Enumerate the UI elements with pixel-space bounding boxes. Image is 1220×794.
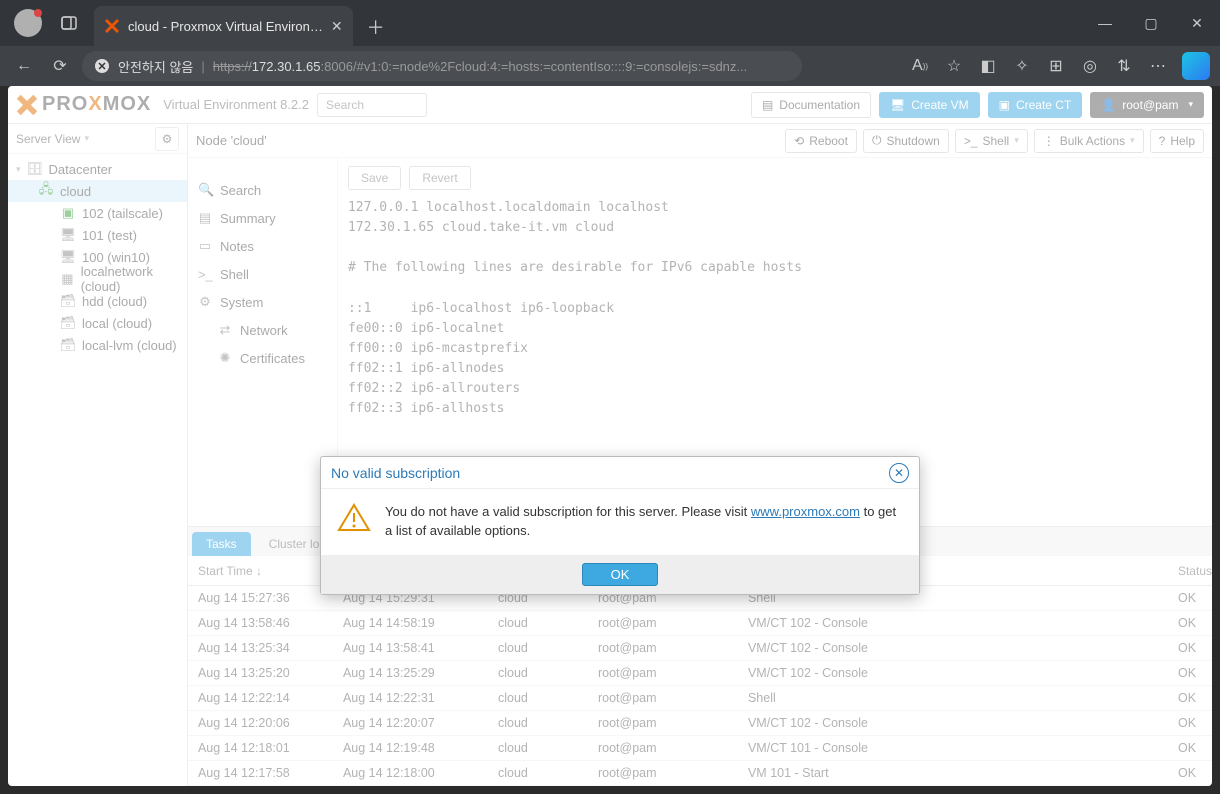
- browser-sync-icon[interactable]: ⇅: [1110, 52, 1138, 80]
- window-maximize[interactable]: ▢: [1128, 0, 1174, 46]
- browser-tab-active[interactable]: cloud - Proxmox Virtual Environ… ✕: [94, 6, 353, 46]
- dialog-title: No valid subscription: [331, 465, 460, 481]
- nav-back[interactable]: ←: [10, 52, 38, 80]
- more-icon[interactable]: ⋯: [1144, 52, 1172, 80]
- split-screen-icon[interactable]: ◧: [974, 52, 1002, 80]
- modal-backdrop: [8, 86, 1212, 786]
- dialog-close-icon[interactable]: ✕: [889, 463, 909, 483]
- address-bar[interactable]: 안전하지 않음 | https://172.30.1.65:8006/#v1:0…: [82, 51, 802, 81]
- window-close[interactable]: ✕: [1174, 0, 1220, 46]
- new-tab-button[interactable]: ＋: [367, 14, 385, 46]
- favorite-icon[interactable]: ☆: [940, 52, 968, 80]
- warning-icon: [337, 503, 371, 533]
- extensions-icon[interactable]: ⊞: [1042, 52, 1070, 80]
- subscription-dialog: No valid subscription ✕ You do not have …: [320, 456, 920, 595]
- tabspaces-icon[interactable]: [56, 10, 82, 36]
- performance-icon[interactable]: ◎: [1076, 52, 1104, 80]
- browser-toolbar: ← ⟳ 안전하지 않음 | https://172.30.1.65:8006/#…: [0, 46, 1220, 86]
- proxmox-favicon: [104, 18, 120, 34]
- browser-tabstrip: cloud - Proxmox Virtual Environ… ✕ ＋ — ▢…: [0, 0, 1220, 46]
- ok-button[interactable]: OK: [582, 563, 659, 586]
- proxmox-link[interactable]: www.proxmox.com: [751, 504, 860, 519]
- url-text: https://172.30.1.65:8006/#v1:0:=node%2Fc…: [213, 59, 747, 74]
- read-aloud-icon[interactable]: A)): [906, 52, 934, 80]
- window-minimize[interactable]: —: [1082, 0, 1128, 46]
- dialog-message: You do not have a valid subscription for…: [385, 503, 903, 541]
- collections-icon[interactable]: ✧: [1008, 52, 1036, 80]
- nav-refresh[interactable]: ⟳: [46, 52, 74, 80]
- security-warning: 안전하지 않음: [118, 57, 193, 76]
- tab-close-icon[interactable]: ✕: [331, 18, 343, 35]
- insecure-icon: [94, 58, 110, 74]
- profile-avatar[interactable]: [14, 9, 42, 37]
- tab-title: cloud - Proxmox Virtual Environ…: [128, 19, 323, 34]
- copilot-icon[interactable]: [1182, 52, 1210, 80]
